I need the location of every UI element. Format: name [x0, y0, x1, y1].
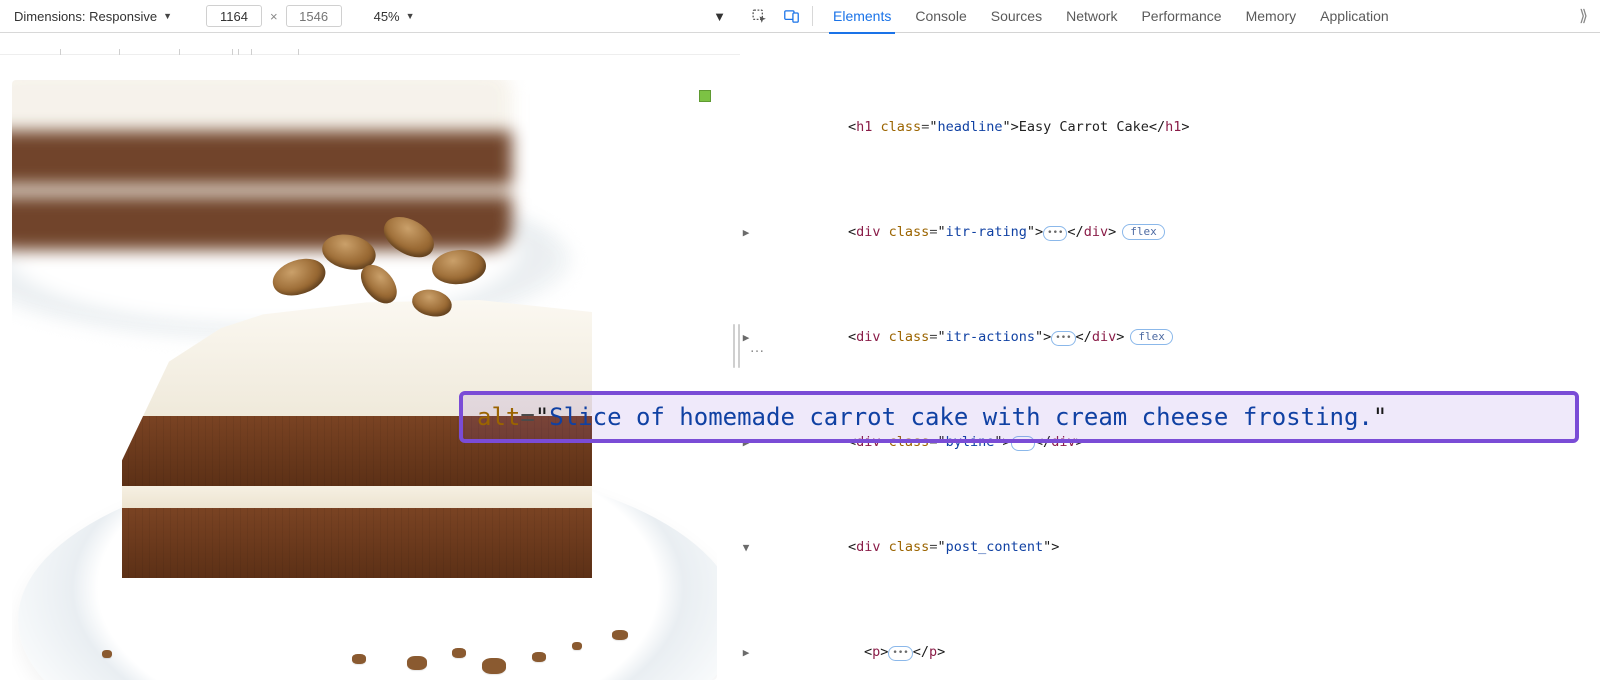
devtools-tabs: Elements Console Sources Network Perform…	[821, 0, 1401, 33]
ellipsis-icon[interactable]: •••	[1043, 226, 1067, 241]
tab-performance[interactable]: Performance	[1129, 0, 1233, 33]
page-viewport	[12, 80, 717, 680]
dom-node-h1[interactable]: <h1 class="headline">Easy Carrot Cake</h…	[740, 117, 1600, 138]
dom-node-post-content[interactable]: ▼<div class="post_content">	[740, 537, 1600, 558]
viewport-height-input[interactable]	[286, 5, 342, 27]
tab-memory[interactable]: Memory	[1234, 0, 1309, 33]
dimension-inputs: ×	[206, 5, 342, 27]
inspect-element-icon[interactable]	[746, 3, 772, 29]
zoom-label: 45%	[374, 9, 400, 24]
tab-network[interactable]: Network	[1054, 0, 1129, 33]
viewport-width-input[interactable]	[206, 5, 262, 27]
alt-attribute-highlight-overlay: alt="Slice of homemade carrot cake with …	[459, 391, 1579, 443]
expand-arrow-icon[interactable]: ▶	[740, 222, 752, 243]
chevron-down-icon: ▼	[406, 11, 415, 21]
ellipsis-icon[interactable]: •••	[1051, 331, 1075, 346]
dimension-separator: ×	[270, 9, 278, 24]
tab-application[interactable]: Application	[1308, 0, 1401, 33]
responsive-device-bar: Dimensions: Responsive ▼ × 45% ▼ ▼	[0, 0, 740, 33]
zoom-dropdown[interactable]: 45% ▼	[368, 5, 421, 28]
overlay-attr-value: Slice of homemade carrot cake with cream…	[549, 403, 1373, 431]
overlay-attr-name: alt	[477, 403, 520, 431]
pane-splitter[interactable]	[732, 0, 740, 691]
ruler	[0, 33, 740, 55]
tab-console[interactable]: Console	[903, 0, 978, 33]
flex-badge[interactable]: flex	[1130, 329, 1173, 345]
tab-sources[interactable]: Sources	[979, 0, 1054, 33]
node-context-ellipsis-icon[interactable]: …	[748, 337, 768, 358]
tabs-overflow-icon[interactable]: ⟫	[1573, 6, 1594, 26]
collapse-arrow-icon[interactable]: ▼	[740, 537, 752, 558]
flex-badge[interactable]: flex	[1122, 224, 1165, 240]
expand-arrow-icon[interactable]: ▶	[740, 642, 752, 663]
tab-elements[interactable]: Elements	[821, 0, 903, 33]
viewport-marker-icon	[699, 90, 711, 102]
pecans-image	[262, 200, 522, 340]
chevron-down-icon: ▼	[713, 9, 726, 24]
dom-node-itr-actions[interactable]: ▶<div class="itr-actions">•••</div>flex	[740, 327, 1600, 348]
toggle-device-toolbar-icon[interactable]	[778, 3, 804, 29]
device-options-dropdown[interactable]: ▼	[707, 5, 732, 28]
elements-dom-tree[interactable]: <h1 class="headline">Easy Carrot Cake</h…	[740, 33, 1600, 691]
dimensions-dropdown[interactable]: Dimensions: Responsive ▼	[8, 5, 178, 28]
devtools-toolbar: Elements Console Sources Network Perform…	[740, 0, 1600, 33]
ellipsis-icon[interactable]: •••	[888, 646, 912, 661]
chevron-down-icon: ▼	[163, 11, 172, 21]
dimensions-label: Dimensions: Responsive	[14, 9, 157, 24]
dom-node-itr-rating[interactable]: ▶<div class="itr-rating">•••</div>flex	[740, 222, 1600, 243]
dom-node-p[interactable]: ▶<p>•••</p>	[740, 642, 1600, 663]
